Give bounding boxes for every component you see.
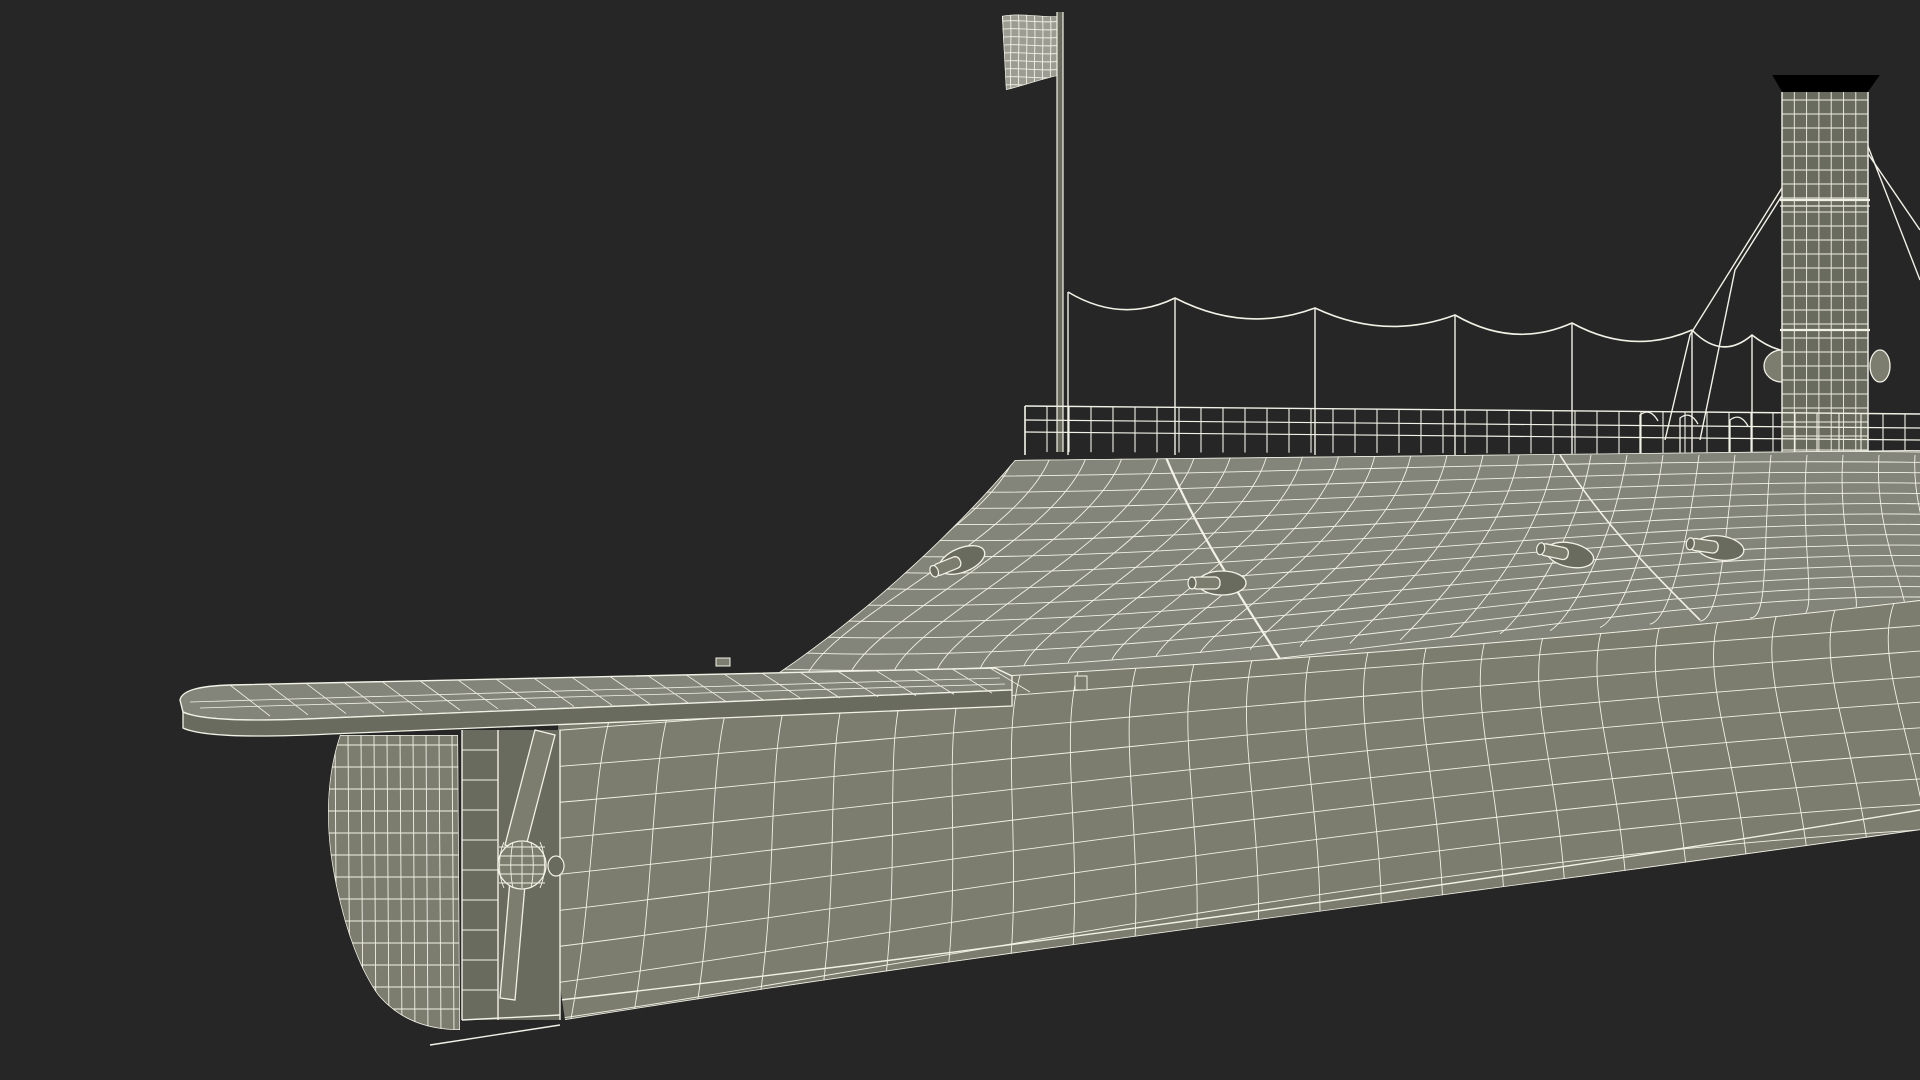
smokestack: [1772, 75, 1880, 455]
3d-viewport[interactable]: [0, 0, 1920, 1080]
wireframe-scene: [179, 12, 1920, 1046]
flagpole: [1056, 12, 1064, 452]
